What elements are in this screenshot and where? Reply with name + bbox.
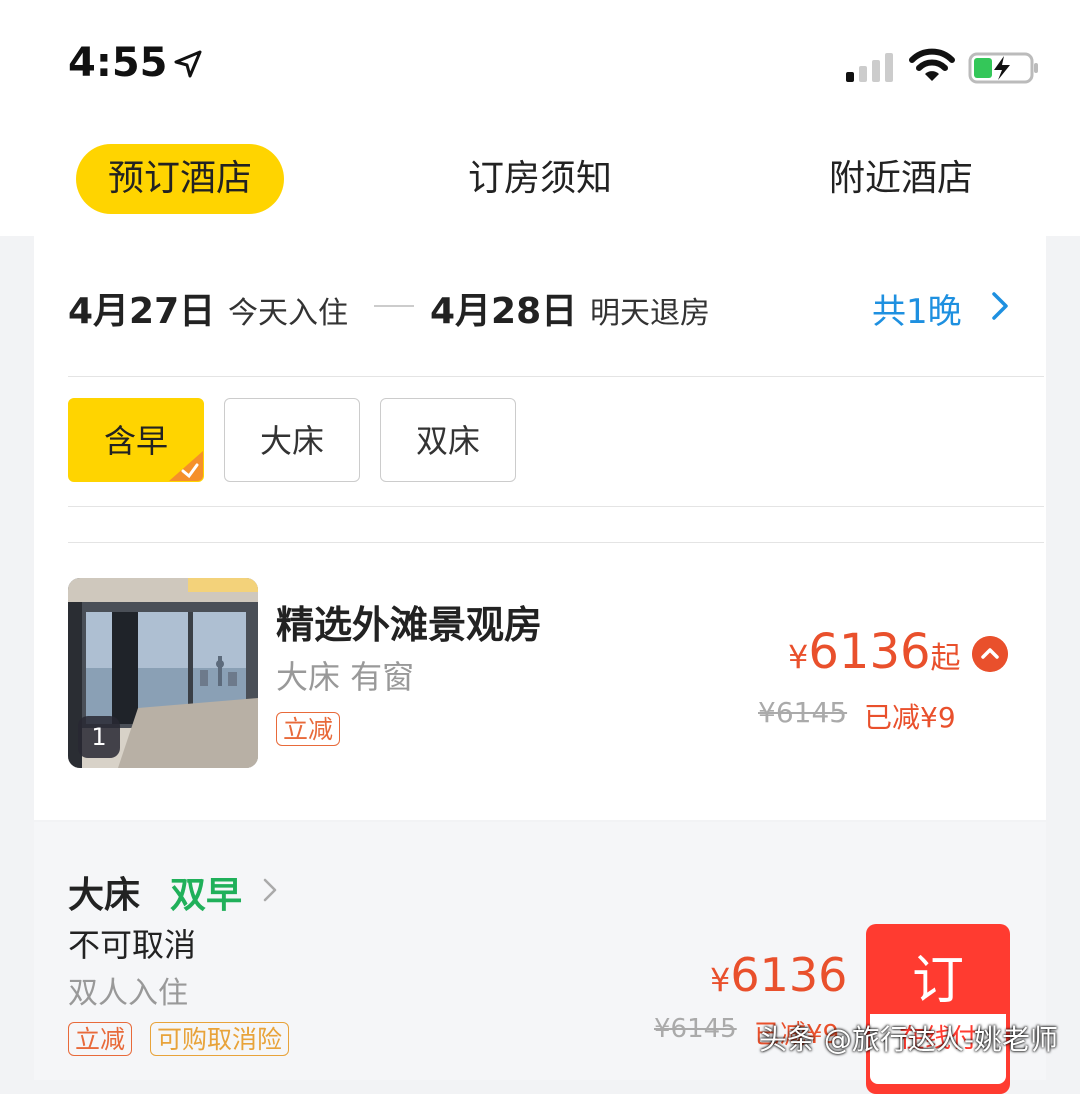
- book-button[interactable]: 订 在线付: [866, 924, 1010, 1094]
- checkout-date: 4月28日: [430, 291, 578, 332]
- price-value: 6136: [808, 624, 931, 680]
- wifi-icon: [909, 48, 955, 81]
- hotel-card: 4月27日 今天入住 4月28日 明天退房 共1晚 含早 大床 双床 1 精选外…: [34, 236, 1046, 820]
- room-photo[interactable]: 1: [68, 578, 258, 768]
- filter-chip-king-bed[interactable]: 大床: [224, 398, 360, 482]
- cancellation-policy: 不可取消: [68, 926, 197, 964]
- divider: [68, 376, 1044, 377]
- currency-symbol: ¥: [788, 638, 809, 676]
- date-selector[interactable]: 4月27日 今天入住 4月28日 明天退房 共1晚: [34, 236, 1046, 376]
- room-price: ¥6136起: [788, 624, 961, 680]
- plan-price: ¥6136: [710, 948, 847, 1002]
- room-description: 大床 有窗: [276, 658, 415, 696]
- battery-charging-icon: [968, 52, 1038, 84]
- tab-nearby-hotels[interactable]: 附近酒店: [806, 144, 996, 214]
- photo-count-badge: 1: [78, 716, 120, 758]
- plan-bed-type: 大床: [68, 875, 141, 916]
- divider: [68, 542, 1044, 543]
- nights-count[interactable]: 共1晚: [872, 284, 962, 333]
- original-price: ¥6145: [758, 696, 848, 729]
- date-separator: [374, 305, 414, 307]
- watermark: 头条 @旅行达人-姚老师: [758, 1023, 1058, 1056]
- status-bar: 4:55: [0, 0, 1080, 130]
- divider: [68, 506, 1044, 507]
- chevron-up-icon[interactable]: [972, 636, 1008, 672]
- checkin-label: 今天入住: [228, 296, 348, 331]
- chevron-right-icon[interactable]: [986, 288, 1014, 324]
- discount-tag: 立减: [68, 1022, 133, 1056]
- price-suffix: 起: [930, 641, 961, 676]
- insurance-tag: 可购取消险: [150, 1022, 290, 1056]
- tab-book-hotel[interactable]: 预订酒店: [76, 144, 284, 214]
- tab-bar: 预订酒店 订房须知 附近酒店: [0, 130, 1080, 236]
- filter-chip-twin-bed[interactable]: 双床: [380, 398, 516, 482]
- filter-chip-breakfast[interactable]: 含早: [68, 398, 204, 482]
- signal-icon: [846, 53, 893, 82]
- currency-symbol: ¥: [710, 961, 731, 999]
- book-button-label: 订: [911, 951, 964, 1011]
- original-price: ¥6145: [654, 1014, 737, 1044]
- room-name[interactable]: 精选外滩景观房: [276, 594, 542, 649]
- tab-booking-notes[interactable]: 订房须知: [450, 144, 630, 214]
- price-value: 6136: [730, 948, 848, 1002]
- filter-chip-label: 含早: [103, 422, 168, 460]
- discount-tag: 立减: [276, 712, 341, 746]
- location-arrow-icon: [174, 50, 202, 78]
- status-time: 4:55: [68, 40, 168, 86]
- discount-amount: 已减¥9: [864, 701, 956, 734]
- checkout-label: 明天退房: [590, 296, 710, 331]
- checkin-date: 4月27日: [68, 291, 216, 332]
- checkmark-icon: [169, 451, 203, 481]
- chevron-right-icon[interactable]: [260, 874, 280, 906]
- occupancy: 双人入住: [68, 976, 188, 1011]
- plan-breakfast: 双早: [170, 875, 243, 916]
